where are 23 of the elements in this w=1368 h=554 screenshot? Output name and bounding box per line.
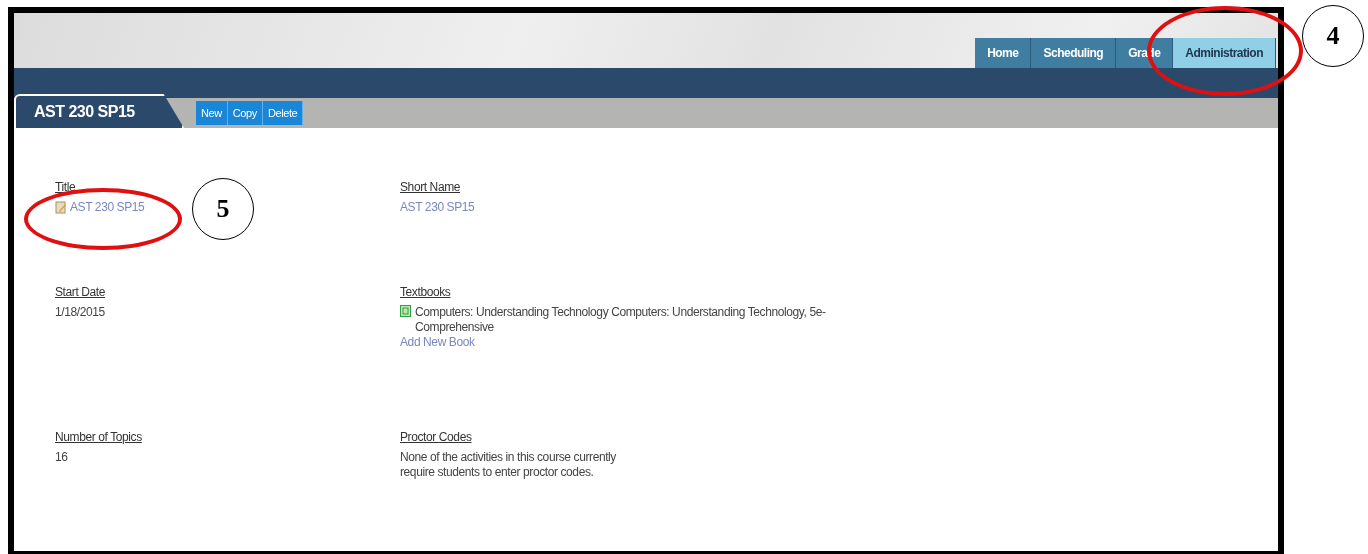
field-value: 1/18/2015	[55, 305, 106, 320]
callout-bubble: 4	[1302, 5, 1364, 67]
field-label: Textbooks	[400, 285, 451, 299]
action-button[interactable]: Copy	[227, 101, 263, 125]
pencil-note-icon	[55, 200, 67, 214]
nav-tab[interactable]: Administration	[1173, 38, 1276, 68]
action-button[interactable]: Delete	[262, 101, 304, 125]
add-book-link[interactable]: Add New Book	[400, 335, 475, 349]
short-name-link[interactable]: AST 230 SP15	[400, 200, 475, 214]
field-value: 16	[55, 450, 69, 465]
textbook-title: Computers: Understanding Technology Computers: Understanding Technology, 5e-Comprehensive	[415, 305, 827, 335]
field-label: Number of Topics	[55, 430, 142, 444]
field-label: Start Date	[55, 285, 106, 299]
course-tab[interactable]: AST 230 SP15	[14, 94, 184, 128]
nav-tab[interactable]: Home	[975, 38, 1032, 68]
nav-tab[interactable]: Scheduling	[1031, 38, 1117, 68]
action-button[interactable]: New	[196, 101, 228, 125]
title-link[interactable]: AST 230 SP15	[55, 200, 145, 214]
field-note: None of the activities in this course currently require students to enter proctor codes.	[400, 450, 617, 480]
book-icon	[400, 305, 411, 317]
field-label: Title	[55, 180, 76, 194]
field-label: Proctor Codes	[400, 430, 472, 444]
field-label: Short Name	[400, 180, 461, 194]
